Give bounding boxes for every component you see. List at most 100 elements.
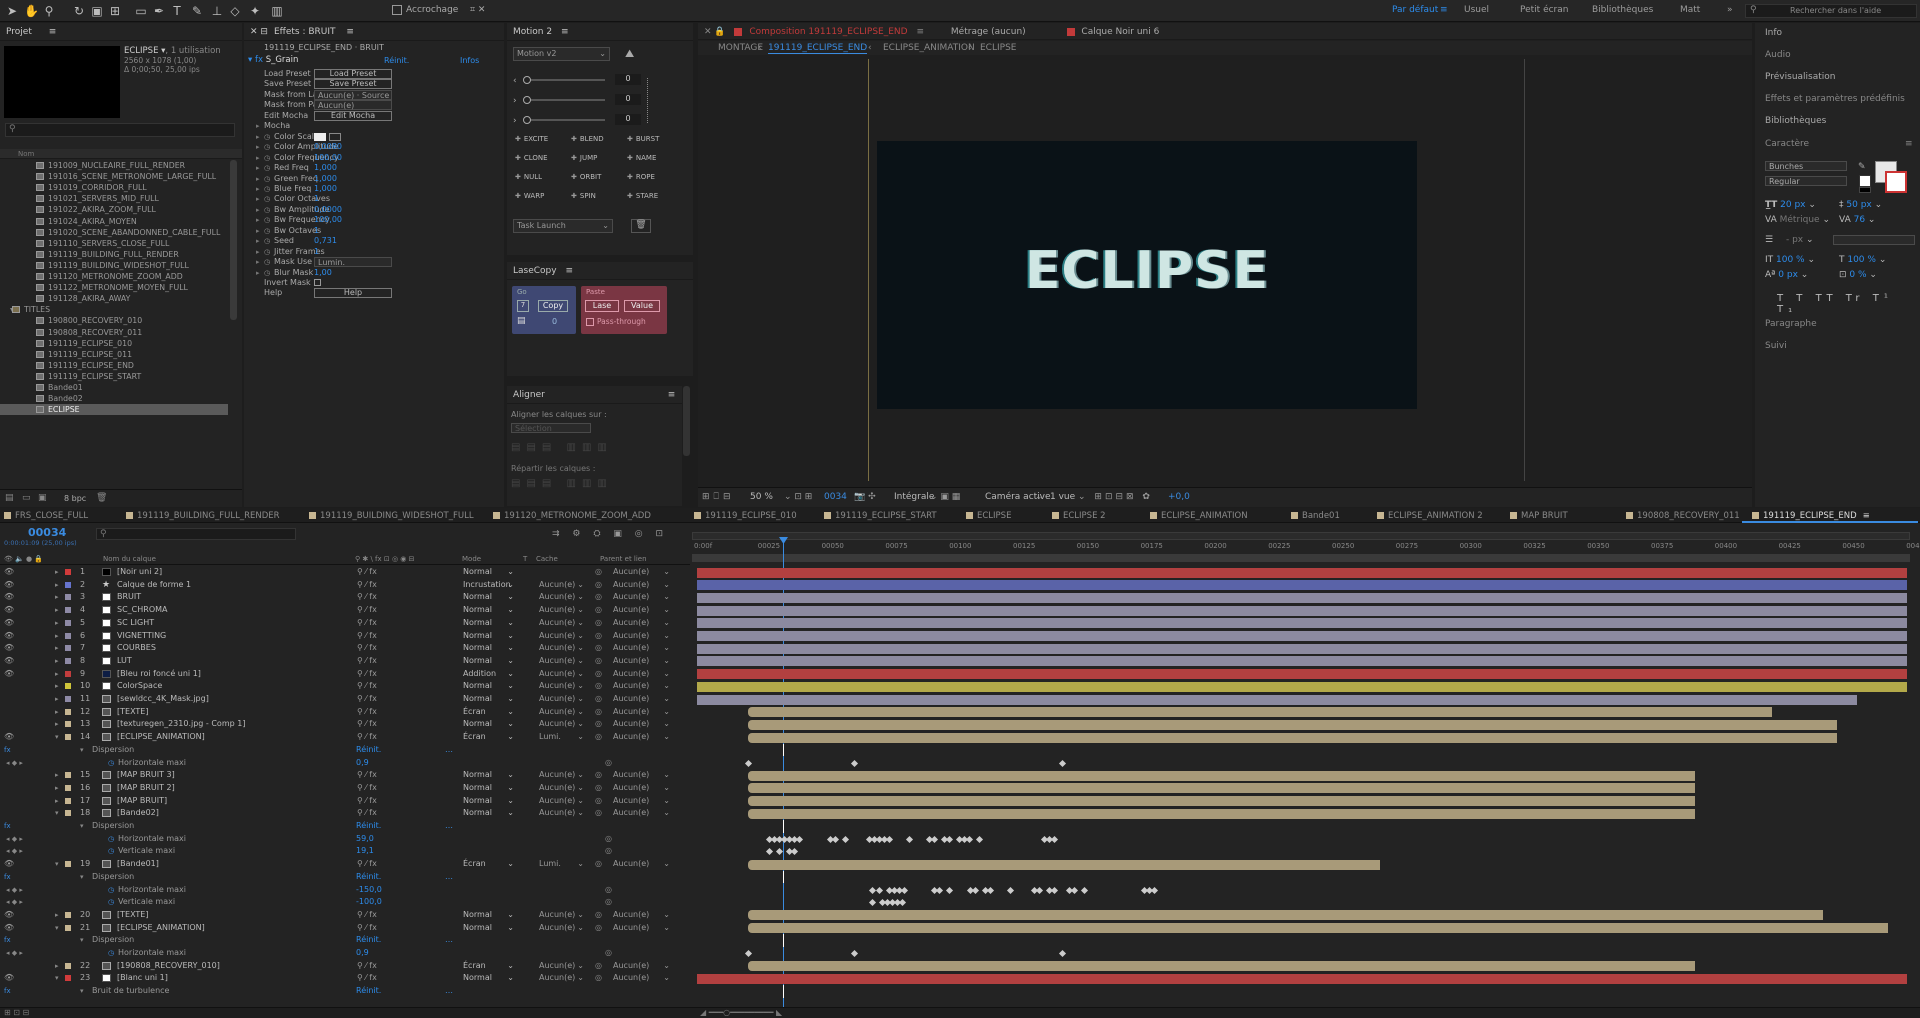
eye-icon[interactable]: 👁 xyxy=(4,591,14,604)
parent-dropdown[interactable]: Aucun(e) ⌄ xyxy=(610,631,672,641)
motion-tool-orbit[interactable]: ✚ ORBIT xyxy=(571,173,601,181)
layer-name[interactable]: [ECLIPSE_ANIMATION] xyxy=(117,731,205,744)
cache-dropdown[interactable]: Aucun(e) ⌄ xyxy=(536,580,586,590)
keyframe-marker[interactable] xyxy=(930,835,939,843)
keyframe-marker[interactable] xyxy=(900,886,909,894)
project-item[interactable]: 191020_SCENE_ABANDONNED_CABLE_FULL xyxy=(0,227,228,238)
work-area-bar[interactable] xyxy=(692,532,1910,540)
expression-pickwhip-icon[interactable]: ◎ xyxy=(605,884,612,897)
project-item[interactable]: 191119_ECLIPSE_START xyxy=(0,371,228,382)
pickwhip-icon[interactable]: ◎ xyxy=(595,680,602,693)
layer-switches[interactable]: ⚲ ⁄ fx xyxy=(357,769,377,782)
layer-switches[interactable]: ⚲ ⁄ fx xyxy=(357,668,377,681)
keyframe-marker[interactable] xyxy=(875,886,884,894)
layer-row[interactable]: 👁 ▾ 21 [ECLIPSE_ANIMATION] ⚲ ⁄ fx Normal ⌄ Aucu… xyxy=(0,922,690,935)
expand-icon[interactable]: ▸ xyxy=(55,630,59,643)
label-color-swatch[interactable] xyxy=(65,708,71,715)
layer-switches[interactable]: ⚲ ⁄ fx xyxy=(357,591,377,604)
keyframe-marker[interactable] xyxy=(744,759,753,767)
expand-icon[interactable]: ▸ xyxy=(55,960,59,973)
new-folder-icon[interactable]: ▭ xyxy=(22,493,31,503)
panel-tracker[interactable]: Suivi xyxy=(1765,341,1787,351)
expand-icon[interactable]: ▸ xyxy=(55,668,59,681)
label-color-swatch[interactable] xyxy=(65,810,71,817)
layer-duration-bar[interactable] xyxy=(697,656,1907,667)
expand-icon[interactable]: ▸ xyxy=(55,642,59,655)
project-item[interactable]: 191024_AKIRA_MOYEN xyxy=(0,216,228,227)
project-item[interactable]: 191110_SERVERS_CLOSE_FULL xyxy=(0,238,228,249)
collapse-icon[interactable]: ▾ xyxy=(55,807,59,820)
layer-duration-bar[interactable] xyxy=(697,605,1907,616)
property-value[interactable]: 0,9 xyxy=(356,757,369,770)
cache-dropdown[interactable]: Aucun(e) ⌄ xyxy=(536,770,586,780)
pickwhip-icon[interactable]: ◎ xyxy=(595,795,602,808)
eyedropper-icon[interactable]: ✎ xyxy=(1858,162,1866,172)
eye-icon[interactable]: 👁 xyxy=(4,630,14,643)
layer-duration-bar[interactable] xyxy=(697,643,1907,654)
keyframe-marker[interactable] xyxy=(1006,886,1015,894)
cache-dropdown[interactable]: Aucun(e) ⌄ xyxy=(536,961,586,971)
color-swatch[interactable] xyxy=(314,132,326,141)
mode-dropdown[interactable]: Normal ⌄ xyxy=(460,618,516,628)
collapse-icon[interactable]: ▾ xyxy=(55,858,59,871)
leading-field[interactable]: ‡ 50 px ⌄ xyxy=(1839,200,1882,210)
parent-dropdown[interactable]: Aucun(e) ⌄ xyxy=(610,719,672,729)
workspace-bibliotheques[interactable]: Bibliothèques xyxy=(1592,5,1653,15)
parent-dropdown[interactable]: Aucun(e) ⌄ xyxy=(610,783,672,793)
effects-tab[interactable]: ✕ ⊟ Effets : BRUIT ≡ xyxy=(244,23,504,41)
motion-slider-track[interactable] xyxy=(525,119,605,121)
trash-icon[interactable]: 🗑 xyxy=(96,493,107,503)
mode-dropdown[interactable]: Incrustation ⌄ xyxy=(460,580,516,590)
project-search-input[interactable]: ⚲ xyxy=(5,123,235,137)
motion-tool-clone[interactable]: ✚ CLONE xyxy=(515,154,548,162)
crumb-eclipse-end[interactable]: 191119_ECLIPSE_END xyxy=(768,43,868,54)
label-color-swatch[interactable] xyxy=(65,734,71,741)
baseline-field[interactable]: Aª 0 px ⌄ xyxy=(1765,270,1808,280)
timeline-tab[interactable]: 191119_BUILDING_FULL_RENDER xyxy=(126,511,280,521)
collapse-icon[interactable]: ▾ xyxy=(80,934,84,947)
layer-row[interactable]: 👁 ▾ 14 [ECLIPSE_ANIMATION] ⚲ ⁄ fx Écran ⌄ Lumi.… xyxy=(0,731,690,744)
aligner-scrollbar[interactable] xyxy=(683,386,690,456)
layer-row[interactable]: 👁 ▸ 8 LUT ⚲ ⁄ fx Normal ⌄ Aucun(e) ⌄ ◎ Aucun(e) ⌄ xyxy=(0,655,690,668)
effect-reset-button[interactable]: Réinit. xyxy=(356,985,381,998)
project-item[interactable]: 190800_RECOVERY_010 xyxy=(0,315,228,326)
hand-tool-icon[interactable]: ✋ xyxy=(24,4,39,18)
layer-duration-bar[interactable] xyxy=(748,910,1823,921)
comp-tab-label[interactable]: Composition 191119_ECLIPSE_END xyxy=(749,27,907,37)
layer-row[interactable]: ▸ 15 [MAP BRUIT 3] ⚲ ⁄ fx Normal ⌄ Aucun(e) ⌄ ◎ A… xyxy=(0,769,690,782)
keyframe-marker[interactable] xyxy=(1035,886,1044,894)
collapse-icon[interactable]: ▾ xyxy=(80,871,84,884)
layer-switches[interactable]: ⚲ ⁄ fx xyxy=(357,680,377,693)
keyframe-marker[interactable] xyxy=(905,835,914,843)
expression-pickwhip-icon[interactable]: ◎ xyxy=(605,896,612,909)
parent-dropdown[interactable]: Aucun(e) ⌄ xyxy=(610,643,672,653)
panel-audio[interactable]: Audio xyxy=(1765,50,1791,60)
eye-icon[interactable]: 👁 xyxy=(4,858,14,871)
cache-dropdown[interactable]: Aucun(e) ⌄ xyxy=(536,656,586,666)
timeline-tab[interactable]: 191119_ECLIPSE_010 xyxy=(694,511,797,521)
label-color-swatch[interactable] xyxy=(65,975,71,982)
timeline-tab[interactable]: Bande01 xyxy=(1291,511,1340,521)
expand-icon[interactable]: ▸ xyxy=(55,617,59,630)
effect-options[interactable]: … xyxy=(445,985,453,998)
snap-checkbox[interactable] xyxy=(392,5,402,15)
layer-switches[interactable]: ⚲ ⁄ fx xyxy=(357,655,377,668)
pickwhip-icon[interactable]: ◎ xyxy=(595,642,602,655)
motion-tool-warp[interactable]: ✚ WARP xyxy=(515,192,544,200)
layer-name[interactable]: [sewldcc_4K_Mask.jpg] xyxy=(117,693,209,706)
expand-icon[interactable]: ▸ xyxy=(55,655,59,668)
motion2-tab[interactable]: Motion 2 ≡ xyxy=(507,23,693,41)
label-color-swatch[interactable] xyxy=(65,619,71,626)
project-item[interactable]: 191016_SCENE_METRONOME_LARGE_FULL xyxy=(0,171,228,182)
expression-pickwhip-icon[interactable]: ◎ xyxy=(605,947,612,960)
motion-value-input[interactable]: 0 xyxy=(615,94,641,105)
mode-dropdown[interactable]: Normal ⌄ xyxy=(460,592,516,602)
hscale-field[interactable]: T 100 % ⌄ xyxy=(1839,255,1886,265)
pickwhip-icon[interactable]: ◎ xyxy=(595,655,602,668)
interpret-footage-icon[interactable]: ▤ xyxy=(5,493,14,503)
project-item[interactable]: 191119_ECLIPSE_011 xyxy=(0,349,228,360)
layer-name[interactable]: [Blanc uni 1] xyxy=(117,972,168,985)
label-color-swatch[interactable] xyxy=(65,784,71,791)
expand-icon[interactable]: ▸ xyxy=(55,579,59,592)
layer-duration-bar[interactable] xyxy=(748,770,1695,781)
